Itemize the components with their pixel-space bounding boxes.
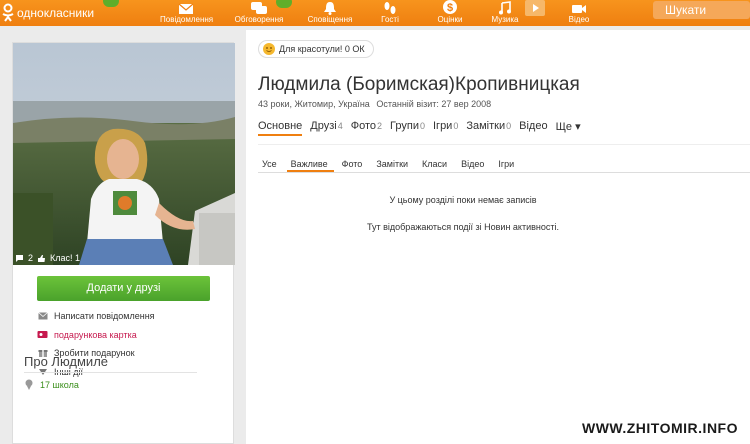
tab-video[interactable]: Відео — [519, 120, 547, 136]
tabs-divider — [258, 144, 750, 145]
subtab-likes[interactable]: Класи — [418, 155, 453, 172]
tab-more[interactable]: Ще ▾ — [556, 120, 581, 136]
tab-groups-label: Групи — [390, 120, 419, 132]
search-input[interactable]: Шукати — [653, 1, 750, 19]
nav-guests-label: Гості — [381, 15, 399, 24]
envelope-icon — [178, 3, 194, 14]
profile-age-location: 43 роки, Житомир, Україна — [258, 99, 370, 109]
action-gift-card[interactable]: подарункова картка — [37, 326, 227, 345]
nav-video-label: Відео — [568, 15, 590, 24]
action-gift-card-label: подарункова картка — [54, 329, 137, 340]
music-note-icon — [499, 1, 511, 15]
tab-games-count: 0 — [453, 121, 459, 131]
nav-music[interactable]: Музика — [490, 0, 520, 26]
nav-notifications[interactable]: Сповіщення — [305, 0, 355, 26]
tab-video-label: Відео — [519, 120, 548, 132]
subtab-important[interactable]: Важливе — [286, 155, 334, 172]
tab-photos-label: Фото — [350, 120, 377, 132]
tab-groups[interactable]: Групи0 — [390, 120, 425, 136]
tab-friends-label: Друзі — [310, 120, 337, 132]
add-friend-button[interactable]: Додати у друзі — [37, 276, 210, 301]
profile-last-visit: Останній візит: 27 вер 2008 — [376, 99, 492, 109]
about-school[interactable]: 17 школа — [24, 379, 79, 390]
tab-friends-count: 4 — [337, 121, 343, 131]
play-icon — [533, 4, 539, 12]
profile-meta: 43 роки, Житомир, Україна Останній візит… — [258, 99, 491, 109]
smiley-icon — [263, 43, 275, 55]
profile-name: Людмила (Боримская)Кропивницкая — [258, 74, 580, 95]
site-logo[interactable]: однокласники — [0, 0, 94, 26]
tab-friends[interactable]: Друзі4 — [310, 120, 342, 136]
tab-groups-count: 0 — [419, 121, 425, 131]
profile-photo-image — [13, 43, 235, 265]
subtab-all[interactable]: Усе — [258, 155, 283, 172]
bell-icon — [324, 2, 336, 15]
envelope-icon — [37, 311, 48, 322]
subtab-photos[interactable]: Фото — [338, 155, 369, 172]
subtab-games[interactable]: Ігри — [494, 155, 520, 172]
about-section-title: Про Людмиле — [24, 354, 109, 369]
tab-games[interactable]: Ігри0 — [433, 120, 458, 136]
svg-text:$: $ — [447, 2, 453, 14]
play-button[interactable] — [525, 0, 545, 16]
footprints-icon — [384, 2, 396, 14]
subtab-video[interactable]: Відео — [457, 155, 490, 172]
about-divider — [24, 372, 197, 373]
profile-actions-list: Написати повідомлення подарункова картка… — [37, 307, 227, 381]
tab-more-label: Ще ▾ — [555, 121, 581, 133]
tab-main[interactable]: Основне — [258, 120, 303, 136]
tab-photos-count: 2 — [377, 121, 383, 131]
nav-video[interactable]: Відео — [565, 0, 593, 26]
nav-notifications-label: Сповіщення — [307, 15, 353, 24]
thumbs-up-icon — [38, 254, 46, 262]
status-text: Для красотули! 0 ОК — [279, 44, 365, 54]
photo-stats: 2 Клас! 1 — [15, 253, 80, 263]
ok-logo-icon — [2, 3, 14, 22]
nav-messages[interactable]: Повідомлення — [160, 0, 214, 26]
photo-comment-count: 2 — [28, 253, 34, 263]
discussions-badge — [276, 0, 292, 8]
location-pin-icon — [25, 379, 33, 390]
status-badge[interactable]: Для красотули! 0 ОК — [258, 40, 374, 58]
dollar-icon: $ — [443, 0, 457, 14]
feed-filter-tabs: Усе Важливе Фото Замітки Класи Відео Ігр… — [258, 155, 750, 173]
nav-guests[interactable]: Гості — [376, 0, 404, 26]
logo-text: однокласники — [17, 6, 95, 20]
gift-card-icon — [37, 329, 48, 340]
nav-ratings-label: Оцінки — [437, 15, 463, 24]
nav-music-label: Музика — [491, 15, 519, 24]
nav-ratings[interactable]: $ Оцінки — [436, 0, 464, 26]
speech-bubbles-icon — [251, 2, 267, 14]
tab-main-label: Основне — [258, 120, 303, 132]
video-camera-icon — [572, 5, 586, 13]
feed-empty-title: У цьому розділі поки немає записів — [389, 195, 537, 205]
tab-notes-label: Замітки — [466, 120, 506, 132]
feed-empty-note: Тут відображаються події зі Новин активн… — [367, 222, 559, 232]
profile-photo[interactable]: 2 Клас! 1 — [13, 43, 235, 265]
action-write-message-label: Написати повідомлення — [54, 311, 155, 322]
nav-messages-label: Повідомлення — [160, 15, 214, 24]
tab-notes[interactable]: Замітки0 — [466, 120, 511, 136]
profile-tabs: Основне Друзі4 Фото2 Групи0 Ігри0 Замітк… — [258, 120, 589, 136]
action-write-message[interactable]: Написати повідомлення — [37, 307, 227, 326]
subtab-notes[interactable]: Замітки — [372, 155, 414, 172]
nav-discussions-label: Обговорення — [234, 15, 284, 24]
about-school-label: 17 школа — [40, 379, 79, 390]
photo-like-count[interactable]: Клас! 1 — [50, 253, 80, 263]
top-navigation-bar: однокласники Повідомлення Обговорення Сп… — [0, 0, 750, 26]
tab-photos[interactable]: Фото2 — [351, 120, 382, 136]
comment-icon — [16, 255, 23, 262]
tab-notes-count: 0 — [506, 121, 512, 131]
logo-notification-badge — [103, 0, 119, 7]
tab-games-label: Ігри — [433, 120, 453, 132]
watermark: WWW.ZHITOMIR.INFO — [582, 420, 738, 436]
